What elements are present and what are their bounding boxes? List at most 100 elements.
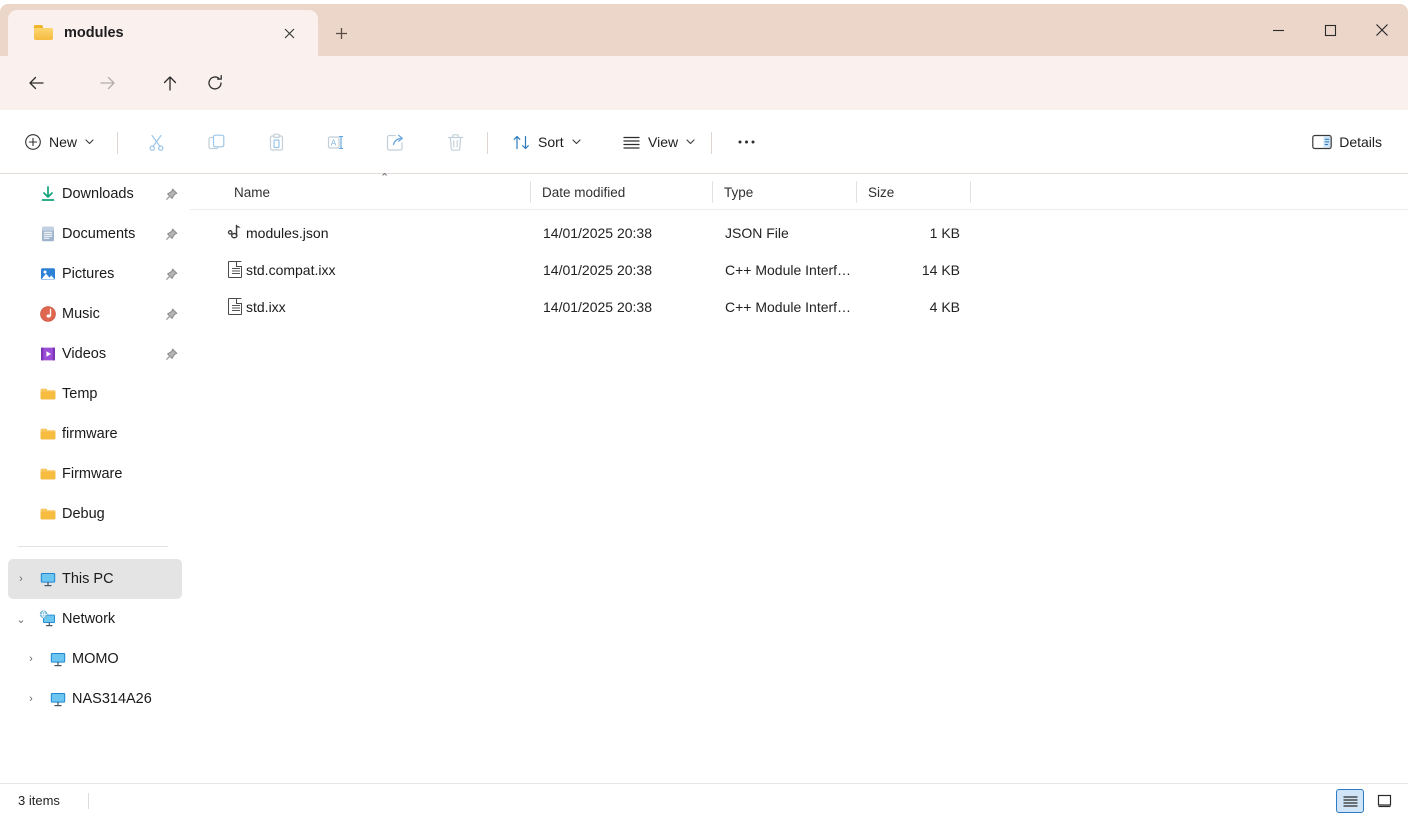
chevron-down-icon[interactable]: ⌄ (8, 613, 34, 626)
sidebar-item-firmware-upper[interactable]: Firmware (8, 454, 182, 494)
column-divider[interactable] (712, 181, 713, 203)
clipboard-icon (267, 133, 286, 152)
navigation-sidebar: Downloads Documents Pictures Music Video… (0, 174, 190, 783)
file-date-modified: 14/01/2025 20:38 (543, 261, 652, 278)
sidebar-label: Documents (62, 226, 136, 242)
delete-button[interactable] (433, 124, 477, 160)
sidebar-item-temp[interactable]: Temp (8, 374, 182, 414)
sidebar-item-momo[interactable]: › MOMO (8, 639, 182, 679)
chevron-down-icon (85, 137, 94, 147)
column-divider[interactable] (530, 181, 531, 203)
details-pane-label: Details (1339, 134, 1382, 150)
trash-icon (446, 133, 465, 152)
pin-icon[interactable] (160, 188, 182, 201)
copy-icon (207, 133, 226, 152)
file-type: JSON File (725, 224, 789, 241)
large-icons-view-toggle[interactable] (1370, 789, 1398, 813)
json-file-icon (224, 214, 246, 251)
refresh-icon[interactable] (197, 65, 233, 101)
plus-circle-icon (24, 133, 42, 151)
file-name[interactable]: std.compat.ixx (246, 251, 335, 288)
sidebar-item-this-pc[interactable]: › This PC (8, 559, 182, 599)
file-size: 4 KB (929, 298, 960, 315)
close-window-button[interactable] (1356, 4, 1408, 56)
sidebar-item-firmware-lower[interactable]: firmware (8, 414, 182, 454)
navigation-bar: › … Community › VC › Tools › MSVC › 14.4… (0, 56, 1408, 157)
close-tab-icon[interactable] (278, 22, 300, 44)
this-pc-icon (34, 570, 62, 588)
item-count-label: 3 items (18, 793, 60, 808)
sidebar-item-downloads[interactable]: Downloads (8, 174, 182, 214)
sidebar-label: firmware (62, 426, 118, 442)
file-name[interactable]: modules.json (246, 214, 329, 251)
document-file-icon (224, 251, 246, 288)
column-header-type[interactable]: Type (724, 174, 753, 210)
view-button[interactable]: View (612, 124, 705, 160)
music-icon (34, 305, 62, 323)
pin-icon[interactable] (160, 228, 182, 241)
file-name[interactable]: std.ixx (246, 288, 286, 325)
file-date-modified: 14/01/2025 20:38 (543, 224, 652, 241)
more-options-button[interactable] (726, 124, 766, 160)
maximize-button[interactable] (1304, 4, 1356, 56)
minimize-button[interactable] (1252, 4, 1304, 56)
ellipsis-icon (737, 139, 756, 145)
sidebar-label: MOMO (72, 651, 119, 667)
pin-icon[interactable] (160, 308, 182, 321)
up-arrow-icon[interactable] (152, 65, 188, 101)
chevron-down-icon (686, 137, 695, 147)
pin-icon[interactable] (160, 268, 182, 281)
sidebar-label: Music (62, 306, 100, 322)
rename-button[interactable]: A (313, 124, 357, 160)
chevron-down-icon (572, 137, 581, 147)
new-tab-icon[interactable] (322, 14, 360, 52)
sidebar-item-documents[interactable]: Documents (8, 214, 182, 254)
column-divider[interactable] (970, 181, 971, 203)
cut-button[interactable] (134, 124, 178, 160)
column-header-size[interactable]: Size (868, 174, 894, 210)
sidebar-item-music[interactable]: Music (8, 294, 182, 334)
computer-icon (44, 650, 72, 668)
chevron-right-icon[interactable]: › (18, 653, 44, 665)
view-toggle-group (1336, 789, 1398, 813)
column-header-row: ⌃ Name Date modified Type Size (190, 172, 1408, 210)
table-row[interactable]: std.ixx 14/01/2025 20:38 C++ Module Inte… (190, 288, 1408, 325)
pin-icon[interactable] (160, 348, 182, 361)
share-button[interactable] (373, 124, 417, 160)
column-header-date-modified[interactable]: Date modified (542, 174, 625, 210)
sidebar-item-debug[interactable]: Debug (8, 494, 182, 534)
scissors-icon (147, 133, 166, 152)
file-list-area: ⌃ Name Date modified Type Size modules.j… (190, 172, 1408, 783)
column-divider[interactable] (856, 181, 857, 203)
sidebar-item-pictures[interactable]: Pictures (8, 254, 182, 294)
sort-icon (512, 133, 531, 152)
chevron-right-icon[interactable]: › (18, 693, 44, 705)
status-bar: 3 items (0, 783, 1408, 817)
copy-button[interactable] (194, 124, 238, 160)
details-pane-icon (1312, 134, 1333, 150)
sidebar-item-network[interactable]: ⌄ Network (8, 599, 182, 639)
sidebar-label: This PC (62, 571, 114, 587)
table-row[interactable]: std.compat.ixx 14/01/2025 20:38 C++ Modu… (190, 251, 1408, 288)
table-row[interactable]: modules.json 14/01/2025 20:38 JSON File … (190, 214, 1408, 251)
file-explorer-window: modules Search modules New A Sort View D… (0, 0, 1408, 817)
details-view-toggle[interactable] (1336, 789, 1364, 813)
computer-icon (44, 690, 72, 708)
document-file-icon (224, 288, 246, 325)
back-arrow-icon[interactable] (18, 65, 54, 101)
sort-button-label: Sort (538, 134, 564, 150)
share-icon (386, 133, 405, 152)
details-pane-button[interactable]: Details (1302, 124, 1392, 160)
sidebar-item-nas314a26[interactable]: › NAS314A26 (8, 679, 182, 719)
column-header-name[interactable]: Name (234, 174, 270, 210)
chevron-right-icon[interactable]: › (8, 573, 34, 585)
file-size: 14 KB (921, 261, 960, 278)
tab-modules[interactable]: modules (8, 10, 318, 56)
paste-button[interactable] (254, 124, 298, 160)
sidebar-item-videos[interactable]: Videos (8, 334, 182, 374)
sort-button[interactable]: Sort (502, 124, 591, 160)
new-button[interactable]: New (14, 124, 104, 160)
sidebar-label: Network (62, 611, 116, 627)
folder-icon (34, 465, 62, 483)
sidebar-label: NAS314A26 (72, 691, 152, 707)
